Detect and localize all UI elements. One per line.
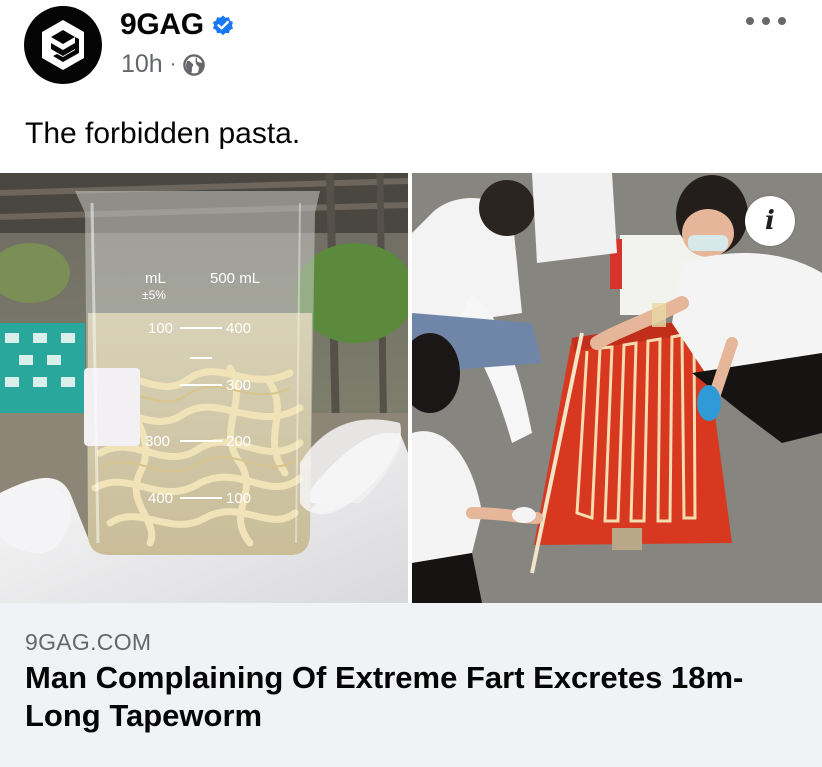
post-header: 9GAG 10h · bbox=[0, 0, 822, 110]
beaker-label-400: 400 bbox=[226, 320, 251, 337]
beaker-photo[interactable]: mL 500 mL ±5% 100 400 300 300 200 400 10… bbox=[0, 173, 408, 603]
beaker-label-400b: 400 bbox=[148, 490, 173, 507]
tarp-photo[interactable]: i bbox=[412, 173, 822, 603]
page-avatar[interactable] bbox=[24, 6, 102, 84]
globe-icon[interactable] bbox=[183, 53, 206, 76]
beaker-label-300b: 300 bbox=[145, 433, 170, 450]
beaker-label-tolerance: ±5% bbox=[142, 288, 166, 302]
post-meta: 10h · bbox=[121, 50, 206, 79]
beaker-label-100: 100 bbox=[148, 320, 173, 337]
more-dot-icon bbox=[746, 17, 754, 25]
page-name-link[interactable]: 9GAG bbox=[120, 8, 204, 42]
page-name-row: 9GAG bbox=[120, 8, 235, 42]
post-media: mL 500 mL ±5% 100 400 300 300 200 400 10… bbox=[0, 173, 822, 603]
beaker-label-ml: mL bbox=[145, 270, 166, 287]
link-domain: 9GAG.COM bbox=[25, 629, 152, 655]
post-caption: The forbidden pasta. bbox=[25, 117, 301, 150]
more-dot-icon bbox=[762, 17, 770, 25]
meta-separator: · bbox=[169, 53, 177, 75]
more-dot-icon bbox=[778, 17, 786, 25]
beaker-label-100b: 100 bbox=[226, 490, 251, 507]
link-preview-card[interactable]: 9GAG.COM Man Complaining Of Extreme Fart… bbox=[0, 603, 822, 767]
beaker-label-200: 200 bbox=[226, 433, 251, 450]
9gag-logo-icon bbox=[42, 20, 84, 70]
beaker-photo-image: mL 500 mL ±5% 100 400 300 300 200 400 10… bbox=[0, 173, 408, 603]
post-timestamp[interactable]: 10h bbox=[121, 50, 163, 79]
beaker-label-500ml: 500 mL bbox=[210, 270, 260, 287]
verified-badge-icon bbox=[212, 15, 233, 36]
beaker-label-300: 300 bbox=[226, 377, 251, 394]
link-title[interactable]: Man Complaining Of Extreme Fart Excretes… bbox=[25, 659, 805, 735]
info-button[interactable]: i bbox=[745, 196, 795, 246]
more-options-button[interactable] bbox=[746, 6, 786, 36]
